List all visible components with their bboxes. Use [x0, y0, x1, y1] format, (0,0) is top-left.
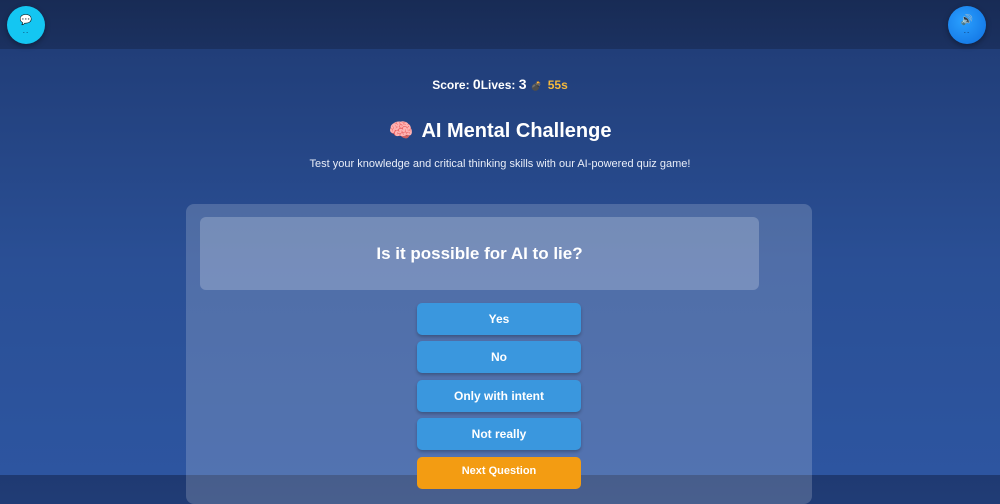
brain-icon: 🧠 [388, 120, 414, 142]
next-question-button[interactable]: Next Question [417, 457, 581, 489]
sound-button-dots: .. [963, 25, 971, 35]
chat-button[interactable]: 💬 .. [7, 6, 45, 44]
score-label: Score: [432, 78, 473, 92]
answer-button[interactable]: Yes [417, 303, 581, 335]
question-box: Is it possible for AI to lie? [200, 217, 759, 290]
page-title: 🧠 AI Mental Challenge [0, 118, 1000, 143]
status-line: Score: 0Lives: 3 💣 55s [0, 76, 1000, 92]
score-value: 0 [472, 76, 481, 92]
sound-toggle-button[interactable]: 🔊 .. [948, 6, 986, 44]
chat-bubble-icon: 💬 [19, 14, 33, 26]
answer-button[interactable]: No [417, 341, 581, 373]
timer: 55s [547, 78, 568, 92]
page-subtitle: Test your knowledge and critical thinkin… [309, 158, 691, 170]
answer-button[interactable]: Only with intent [417, 380, 581, 412]
speaker-icon: 🔊 [960, 14, 974, 26]
chat-button-dots: .. [22, 25, 30, 35]
title-text: AI Mental Challenge [421, 120, 612, 142]
lives-value: 3 [518, 76, 527, 92]
top-bar: 💬 .. 🔊 .. [0, 0, 1000, 49]
question-text: Is it possible for AI to lie? [376, 243, 583, 263]
lives-label: Lives: [480, 78, 519, 92]
quiz-panel: Is it possible for AI to lie? Yes No Onl… [186, 204, 812, 504]
answer-button[interactable]: Not really [417, 418, 581, 450]
bomb-icon: 💣 [530, 81, 542, 91]
